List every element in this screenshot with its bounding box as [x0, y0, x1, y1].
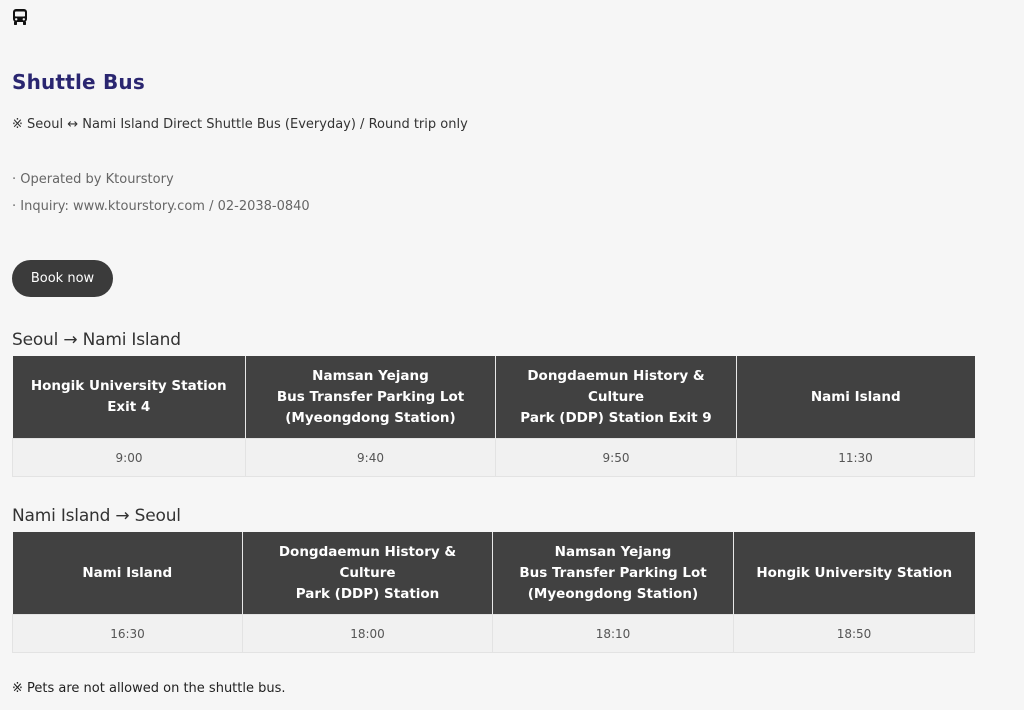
- inquiry-info: · Inquiry: www.ktourstory.com / 02-2038-…: [12, 199, 310, 214]
- outbound-stop-header: Nami Island: [736, 356, 975, 439]
- stop-name-line: Namsan Yejang: [312, 367, 429, 384]
- stop-name-line: Hongik University Station: [30, 378, 227, 394]
- stop-name-line: Bus Transfer Parking Lot: [276, 388, 465, 405]
- outbound-stop-header: Dongdaemun History & Culture Park (DDP) …: [495, 356, 737, 439]
- route-description: ※ Seoul ↔ Nami Island Direct Shuttle Bus…: [12, 117, 468, 132]
- departure-time-cell: 18:00: [242, 614, 493, 653]
- inbound-header-row: Nami Island Dongdaemun History & Culture…: [12, 532, 975, 615]
- stop-name-line: Park (DDP) Station Exit 9: [520, 409, 712, 426]
- stop-name-line: (Myeongdong Station): [527, 585, 699, 602]
- bus-icon: [13, 9, 27, 25]
- stop-name-line: Exit 4: [107, 399, 151, 415]
- departure-time-cell: 9:50: [495, 438, 737, 477]
- outbound-header-row: Hongik University Station Exit 4 Namsan …: [12, 356, 975, 439]
- inbound-stop-header: Namsan Yejang Bus Transfer Parking Lot (…: [492, 532, 734, 615]
- outbound-stop-header: Namsan Yejang Bus Transfer Parking Lot (…: [245, 356, 496, 439]
- stop-name-line: Nami Island: [810, 388, 901, 405]
- departure-time-cell: 11:30: [736, 438, 975, 477]
- outbound-stop-header: Hongik University Station Exit 4: [12, 356, 246, 439]
- inbound-stop-header: Nami Island: [12, 532, 243, 615]
- departure-time-cell: 9:40: [245, 438, 496, 477]
- book-now-button[interactable]: Book now: [12, 260, 113, 297]
- departure-time-cell: 18:10: [492, 614, 734, 653]
- departure-time-cell: 9:00: [12, 438, 246, 477]
- stop-name-line: Dongdaemun History & Culture: [278, 543, 457, 581]
- inbound-stop-header: Hongik University Station: [733, 532, 975, 615]
- inbound-section-title: Nami Island → Seoul: [12, 506, 181, 526]
- stop-name-line: Bus Transfer Parking Lot: [519, 564, 707, 581]
- outbound-time-row: 9:00 9:40 9:50 11:30: [12, 438, 975, 477]
- stop-name-line: Park (DDP) Station: [295, 585, 440, 602]
- inbound-timetable: Nami Island Dongdaemun History & Culture…: [12, 532, 975, 653]
- stop-name-line: Hongik University Station: [756, 564, 953, 581]
- stop-name-line: Dongdaemun History & Culture: [527, 367, 705, 405]
- outbound-section-title: Seoul → Nami Island: [12, 330, 181, 350]
- shuttle-bus-page: Shuttle Bus ※ Seoul ↔ Nami Island Direct…: [0, 0, 1024, 710]
- inbound-stop-header: Dongdaemun History & Culture Park (DDP) …: [242, 532, 493, 615]
- stop-name-line: Namsan Yejang: [554, 543, 672, 560]
- page-title: Shuttle Bus: [12, 70, 145, 94]
- outbound-timetable: Hongik University Station Exit 4 Namsan …: [12, 356, 975, 477]
- stop-name-line: Nami Island: [82, 564, 173, 581]
- departure-time-cell: 16:30: [12, 614, 243, 653]
- inbound-time-row: 16:30 18:00 18:10 18:50: [12, 614, 975, 653]
- operator-info: · Operated by Ktourstory: [12, 172, 174, 187]
- pets-notice: ※ Pets are not allowed on the shuttle bu…: [12, 681, 286, 696]
- departure-time-cell: 18:50: [733, 614, 975, 653]
- stop-name-line: (Myeongdong Station): [285, 409, 456, 426]
